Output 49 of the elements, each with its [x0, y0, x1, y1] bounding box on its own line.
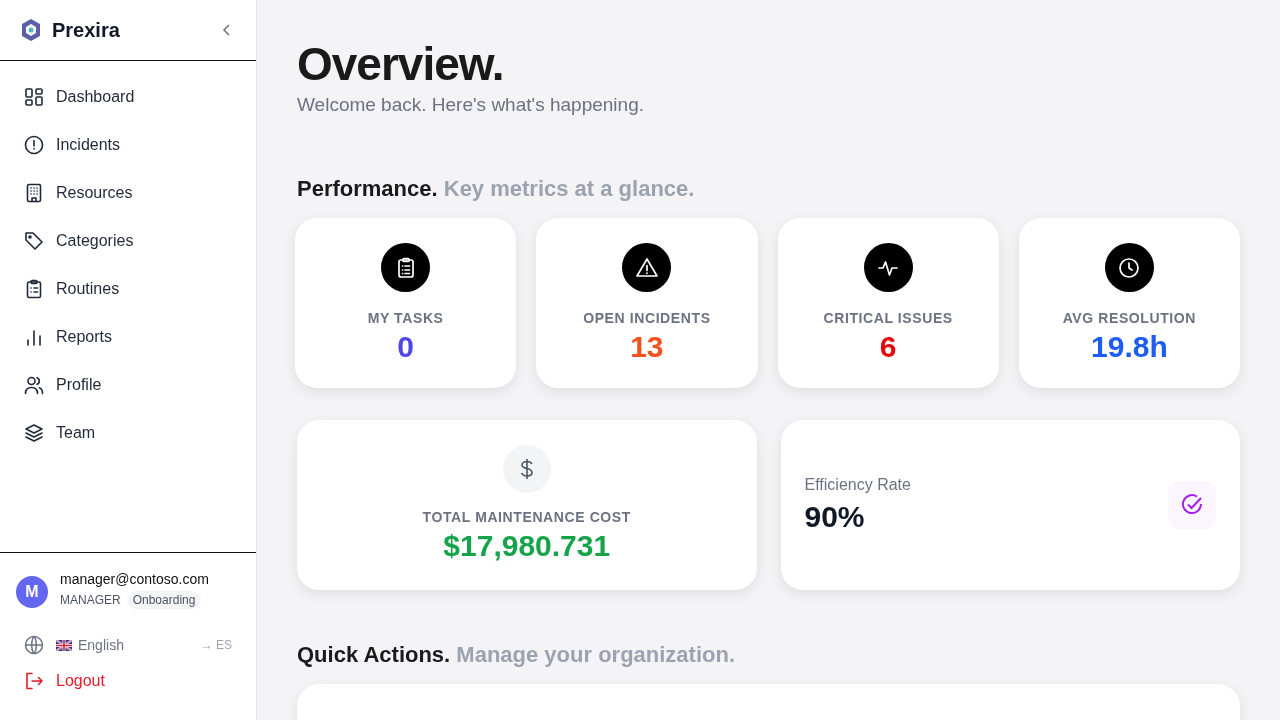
metric-value: 90% — [804, 500, 866, 534]
app-name: Prexira — [52, 18, 121, 42]
page-subtitle: Welcome back. Here's what's happening. — [297, 94, 645, 116]
clipboard-icon — [24, 279, 44, 299]
bar-chart-icon — [24, 327, 44, 347]
nav-item[interactable]: Dashboard — [0, 73, 256, 121]
metric-value: 19.8h — [1091, 330, 1168, 364]
users-icon — [24, 375, 44, 395]
language-label: English — [78, 637, 125, 653]
dollar-icon — [502, 445, 551, 493]
page-title: Overview. — [297, 37, 505, 92]
clock-icon — [1104, 243, 1154, 292]
grid-icon — [24, 87, 44, 107]
nav-item[interactable]: Incidents — [0, 121, 256, 169]
metric-label: AVG RESOLUTION — [1062, 310, 1197, 326]
tag-icon — [24, 231, 44, 251]
nav-item[interactable]: Team — [0, 409, 256, 457]
metric-label: Efficiency Rate — [804, 476, 911, 494]
metric-value: 13 — [630, 330, 664, 364]
layers-icon — [24, 423, 44, 443]
metric-value: $17,980.731 — [443, 529, 611, 563]
warning-icon — [622, 243, 672, 292]
user-email: manager@contoso.com — [60, 570, 209, 589]
user-role: MANAGER — [60, 593, 121, 607]
section-heading: Quick Actions. Manage your organization. — [297, 642, 737, 668]
metric-label: MY TASKS — [367, 310, 444, 326]
nav-item[interactable]: Profile — [0, 361, 256, 409]
nav-item[interactable]: Categories — [0, 217, 256, 265]
hexagon-logo-icon — [20, 18, 42, 42]
metric-label: TOTAL MAINTENANCE COST — [422, 509, 631, 525]
nav-item[interactable]: Routines — [0, 265, 256, 313]
metric-label: CRITICAL ISSUES — [823, 310, 953, 326]
flag-icon — [56, 639, 72, 651]
section-heading: Performance. Key metrics at a glance. — [297, 176, 696, 202]
metric-value: 6 — [879, 330, 897, 364]
clipboard-icon — [381, 243, 431, 292]
alert-circle-icon — [24, 135, 44, 155]
avatar: M — [16, 576, 48, 608]
metric-value: 0 — [397, 330, 414, 364]
chevron-left-icon[interactable] — [222, 23, 232, 37]
logout-link[interactable]: Logout — [16, 671, 232, 691]
building-icon — [24, 183, 44, 203]
pulse-icon — [863, 243, 913, 292]
nav-item[interactable]: Reports — [0, 313, 256, 361]
logout-icon — [24, 671, 44, 691]
status-badge: Onboarding — [126, 591, 202, 609]
nav-item[interactable]: Resources — [0, 169, 256, 217]
globe-icon — [24, 635, 44, 655]
metric-label: OPEN INCIDENTS — [583, 310, 711, 326]
